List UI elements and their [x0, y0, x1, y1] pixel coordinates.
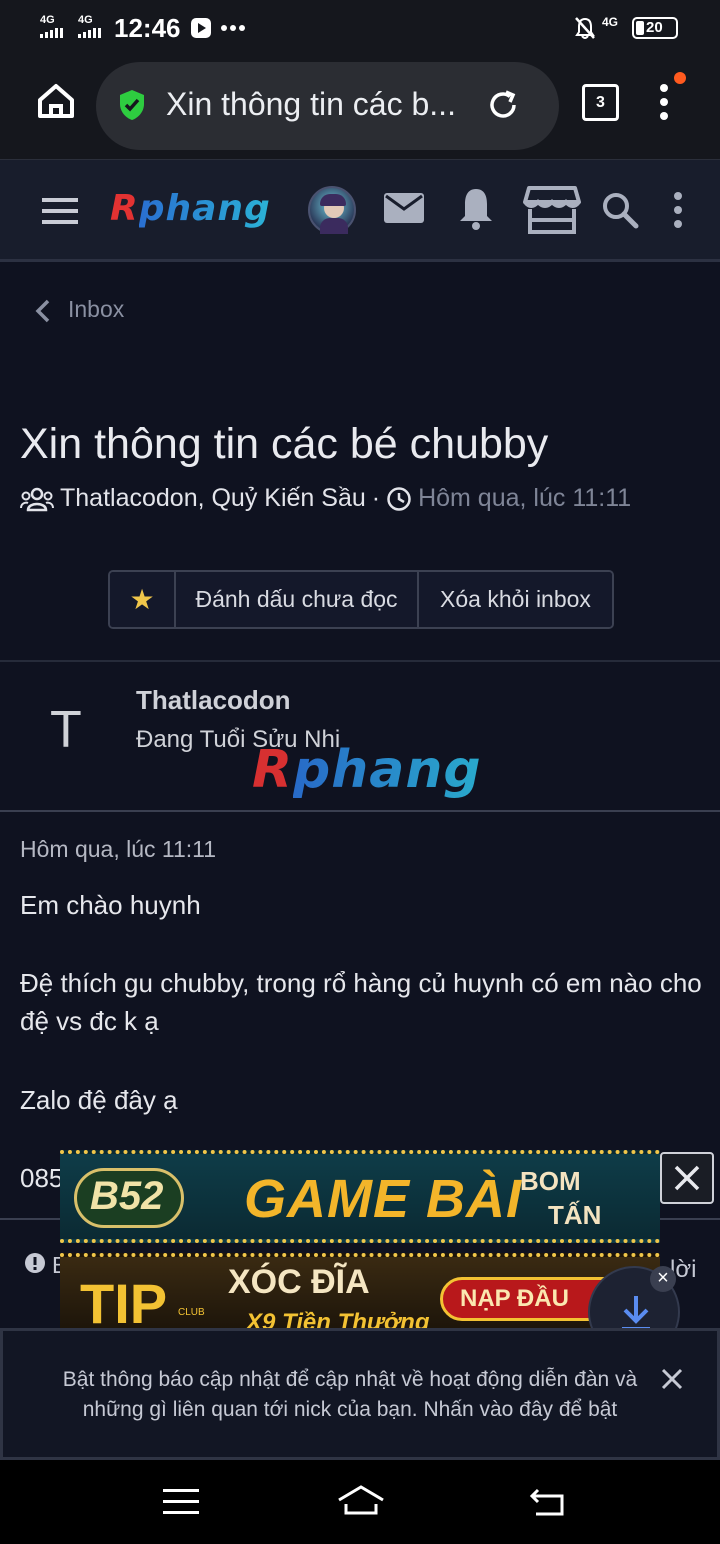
mark-unread-button[interactable]: Đánh dấu chưa đọc [176, 572, 419, 627]
home-icon[interactable] [36, 82, 76, 120]
tab-switcher-button[interactable]: 3 [582, 84, 619, 121]
close-icon [674, 1165, 700, 1191]
recent-apps-icon[interactable] [162, 1487, 200, 1517]
signal-icon-2 [78, 28, 101, 38]
divider [0, 810, 720, 812]
inbox-envelope-icon[interactable] [383, 192, 425, 224]
conversation-actions: ★ Đánh dấu chưa đọc Xóa khỏi inbox [108, 570, 614, 629]
push-notification-text[interactable]: Bật thông báo cập nhật để cập nhật về ho… [44, 1365, 656, 1425]
reload-icon[interactable] [486, 88, 520, 122]
play-store-icon [191, 18, 211, 38]
update-badge [674, 72, 686, 84]
ad-banner-xoc-dia[interactable]: TIP CLUB XÓC ĐĨA X9 Tiền Thưởng NẠP ĐẦU [60, 1253, 660, 1329]
participants-list[interactable]: Thatlacodon, Quỷ Kiến Sầu [60, 484, 366, 513]
secure-shield-icon[interactable] [117, 88, 147, 122]
message-greeting: Em chào huynh [20, 890, 201, 920]
system-back-icon[interactable] [528, 1486, 568, 1518]
hamburger-menu-icon[interactable] [40, 196, 80, 226]
network-type-right: 4G [602, 15, 619, 29]
message-date: Hôm qua, lúc 11:11 [20, 836, 217, 862]
close-icon[interactable] [661, 1368, 683, 1390]
browser-menu-icon[interactable] [652, 82, 676, 124]
conversation-timestamp: Hôm qua, lúc 11:11 [418, 484, 632, 512]
clock: 12:46 [114, 13, 181, 43]
battery-level: 20 [646, 19, 663, 36]
divider [0, 660, 720, 662]
alert-icon [25, 1253, 45, 1273]
remove-from-inbox-button[interactable]: Xóa khỏi inbox [419, 572, 612, 627]
system-navigation-bar [0, 1460, 720, 1544]
ad-close-button[interactable] [660, 1152, 714, 1204]
ad1-title: GAME BÀI [244, 1169, 522, 1229]
ad1-brand: B52 [90, 1174, 164, 1218]
url-title[interactable]: Xin thông tin các b... [166, 86, 456, 123]
ad-banner-game-bai[interactable]: B52 GAME BÀI BOM TẤN [60, 1150, 660, 1243]
breadcrumb-inbox-link[interactable]: Inbox [68, 296, 124, 323]
system-home-icon[interactable] [336, 1484, 386, 1516]
site-header: Rphang [0, 160, 720, 262]
conversation-meta: Thatlacodon, Quỷ Kiến Sầu · Hôm qua, lúc… [20, 484, 631, 513]
ad2-cta[interactable]: NẠP ĐẦU [460, 1285, 569, 1313]
meta-separator: · [371, 484, 381, 512]
watermark-logo: Rphang [252, 740, 482, 800]
conversation-title: Xin thông tin các bé chubby [20, 420, 549, 468]
more-options-icon[interactable] [670, 190, 686, 230]
chevron-left-icon [35, 299, 50, 323]
author-name[interactable]: Thatlacodon [136, 685, 291, 716]
browser-toolbar: Xin thông tin các b... 3 [0, 56, 720, 160]
battery-icon: 20 [632, 17, 678, 39]
site-logo[interactable]: Rphang [110, 188, 271, 229]
ad2-line2: X9 Tiền Thưởng [246, 1309, 430, 1329]
ad1-tag-2: TẤN [548, 1200, 602, 1230]
status-bar: 4G 4G 12:46 4G 20 [0, 0, 720, 56]
search-icon[interactable] [601, 191, 639, 229]
ad1-tag-1: BOM [520, 1166, 581, 1196]
user-avatar[interactable] [308, 186, 356, 234]
ad2-sub: CLUB [178, 1307, 205, 1318]
ad2-brand: TIP [80, 1272, 168, 1329]
bell-muted-icon [575, 17, 595, 39]
shop-store-icon[interactable] [523, 184, 581, 236]
signal-icon-1 [40, 28, 63, 38]
network-type-1: 4G [40, 14, 55, 26]
star-button[interactable]: ★ [110, 572, 176, 627]
participants-icon [20, 487, 54, 511]
ad2-title: XÓC ĐĨA [228, 1263, 370, 1301]
notifications-bell-icon[interactable] [457, 186, 495, 230]
download-icon [622, 1296, 650, 1331]
author-avatar[interactable]: T [50, 700, 82, 760]
fab-dismiss-button[interactable]: × [650, 1266, 676, 1292]
network-type-2: 4G [78, 14, 93, 26]
clock-icon [387, 486, 411, 511]
more-notifications-icon [221, 25, 245, 31]
message-paragraph: Zalo đệ đây ạ [20, 1085, 178, 1115]
message-paragraph: Đệ thích gu chubby, trong rổ hàng củ huy… [20, 968, 702, 1036]
